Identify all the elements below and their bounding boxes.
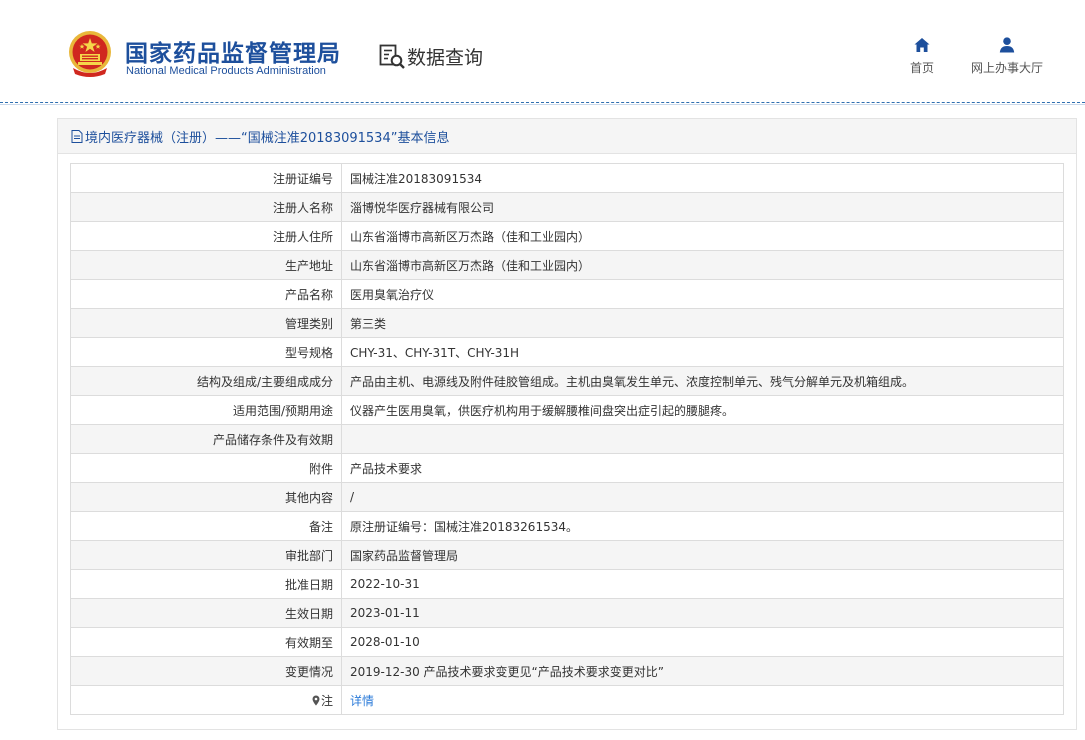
basic-info-panel: 境内医疗器械（注册）——“国械注准20183091534”基本信息 注册证编号国…	[57, 118, 1077, 730]
row-label: 有效期至	[70, 627, 342, 657]
table-row: 备注 原注册证编号：国械注准20183261534。	[70, 511, 1064, 541]
row-value: 仪器产生医用臭氧，供医疗机构用于缓解腰椎间盘突出症引起的腰腿疼。	[341, 395, 1064, 425]
note-row-value: 详情	[341, 685, 1064, 715]
row-label: 变更情况	[70, 656, 342, 686]
row-value: 山东省淄博市高新区万杰路（佳和工业园内）	[341, 250, 1064, 280]
row-value: 淄博悦华医疗器械有限公司	[341, 192, 1064, 222]
table-row: 产品储存条件及有效期	[70, 424, 1064, 454]
row-label: 生效日期	[70, 598, 342, 628]
site-header: 国家药品监督管理局 National Medical Products Admi…	[0, 0, 1085, 104]
row-value: 产品技术要求	[341, 453, 1064, 483]
row-value: 2022-10-31	[341, 569, 1064, 599]
row-label: 注册人名称	[70, 192, 342, 222]
row-value	[341, 424, 1064, 454]
row-value: CHY-31、CHY-31T、CHY-31H	[341, 337, 1064, 367]
info-table: 注册证编号 国械注准20183091534 注册人名称 淄博悦华医疗器械有限公司 注…	[70, 163, 1064, 715]
nav-home-label: 首页	[909, 61, 934, 75]
row-label: 适用范围/预期用途	[70, 395, 342, 425]
table-row: 附件 产品技术要求	[70, 453, 1064, 483]
row-label: 注册人住所	[70, 221, 342, 251]
table-row: 注册证编号 国械注准20183091534	[70, 163, 1064, 193]
row-value: 产品由主机、电源线及附件硅胶管组成。主机由臭氧发生单元、浓度控制单元、残气分解单…	[341, 366, 1064, 396]
location-pin-icon	[312, 695, 320, 705]
row-label: 批准日期	[70, 569, 342, 599]
row-label: 附件	[70, 453, 342, 483]
row-value: 医用臭氧治疗仪	[341, 279, 1064, 309]
user-icon	[999, 37, 1015, 53]
header-divider-secondary	[0, 104, 1085, 105]
row-label: 审批部门	[70, 540, 342, 570]
row-value: 山东省淄博市高新区万杰路（佳和工业园内）	[341, 221, 1064, 251]
row-label: 结构及组成/主要组成成分	[70, 366, 342, 396]
data-query-label: 数据查询	[407, 46, 484, 69]
row-label: 其他内容	[70, 482, 342, 512]
row-label: 管理类别	[70, 308, 342, 338]
row-value: 第三类	[341, 308, 1064, 338]
panel-title: 境内医疗器械（注册）——“国械注准20183091534”基本信息	[85, 130, 450, 146]
row-value: 2028-01-10	[341, 627, 1064, 657]
row-value: /	[341, 482, 1064, 512]
document-search-icon	[379, 44, 405, 69]
nav-home[interactable]: 首页	[905, 36, 939, 76]
nav-online-service-hall-label: 网上办事大厅	[970, 61, 1043, 75]
row-label: 产品名称	[70, 279, 342, 309]
table-row: 适用范围/预期用途 仪器产生医用臭氧，供医疗机构用于缓解腰椎间盘突出症引起的腰腿疼…	[70, 395, 1064, 425]
national-emblem-icon	[69, 31, 111, 77]
row-value: 国家药品监督管理局	[341, 540, 1064, 570]
table-row: 其他内容 /	[70, 482, 1064, 512]
row-label: 备注	[70, 511, 342, 541]
row-value: 国械注准20183091534	[341, 163, 1064, 193]
row-label: 注册证编号	[70, 163, 342, 193]
note-label: 注	[320, 693, 333, 708]
agency-name-en[interactable]: National Medical Products Administration	[126, 65, 326, 77]
document-icon	[71, 129, 83, 143]
home-icon	[914, 38, 930, 52]
row-label: 产品储存条件及有效期	[70, 424, 342, 454]
table-row: 结构及组成/主要组成成分 产品由主机、电源线及附件硅胶管组成。主机由臭氧发生单元、…	[70, 366, 1064, 396]
panel-header: 境内医疗器械（注册）——“国械注准20183091534”基本信息	[58, 119, 1076, 154]
table-row: 生产地址 山东省淄博市高新区万杰路（佳和工业园内）	[70, 250, 1064, 280]
table-row: 产品名称 医用臭氧治疗仪	[70, 279, 1064, 309]
row-value: 2019-12-30 产品技术要求变更见“产品技术要求变更对比”	[341, 656, 1064, 686]
nav-online-service-hall[interactable]: 网上办事大厅	[968, 36, 1046, 76]
table-row: 审批部门 国家药品监督管理局	[70, 540, 1064, 570]
row-label: 型号规格	[70, 337, 342, 367]
table-row: 型号规格 CHY-31、CHY-31T、CHY-31H	[70, 337, 1064, 367]
details-link[interactable]: 详情	[350, 694, 374, 708]
row-label: 生产地址	[70, 250, 342, 280]
header-divider	[0, 102, 1085, 103]
data-query-title: 数据查询	[378, 42, 483, 70]
note-row: 注 详情	[70, 685, 1064, 715]
table-row: 变更情况 2019-12-30 产品技术要求变更见“产品技术要求变更对比”	[70, 656, 1064, 686]
table-row: 批准日期 2022-10-31	[70, 569, 1064, 599]
table-row: 管理类别 第三类	[70, 308, 1064, 338]
note-row-label: 注	[70, 685, 342, 715]
row-value: 2023-01-11	[341, 598, 1064, 628]
table-row: 注册人住所 山东省淄博市高新区万杰路（佳和工业园内）	[70, 221, 1064, 251]
table-row: 注册人名称 淄博悦华医疗器械有限公司	[70, 192, 1064, 222]
table-row: 有效期至 2028-01-10	[70, 627, 1064, 657]
row-value: 原注册证编号：国械注准20183261534。	[341, 511, 1064, 541]
table-row: 生效日期 2023-01-11	[70, 598, 1064, 628]
agency-name-cn[interactable]: 国家药品监督管理局	[125, 34, 341, 68]
